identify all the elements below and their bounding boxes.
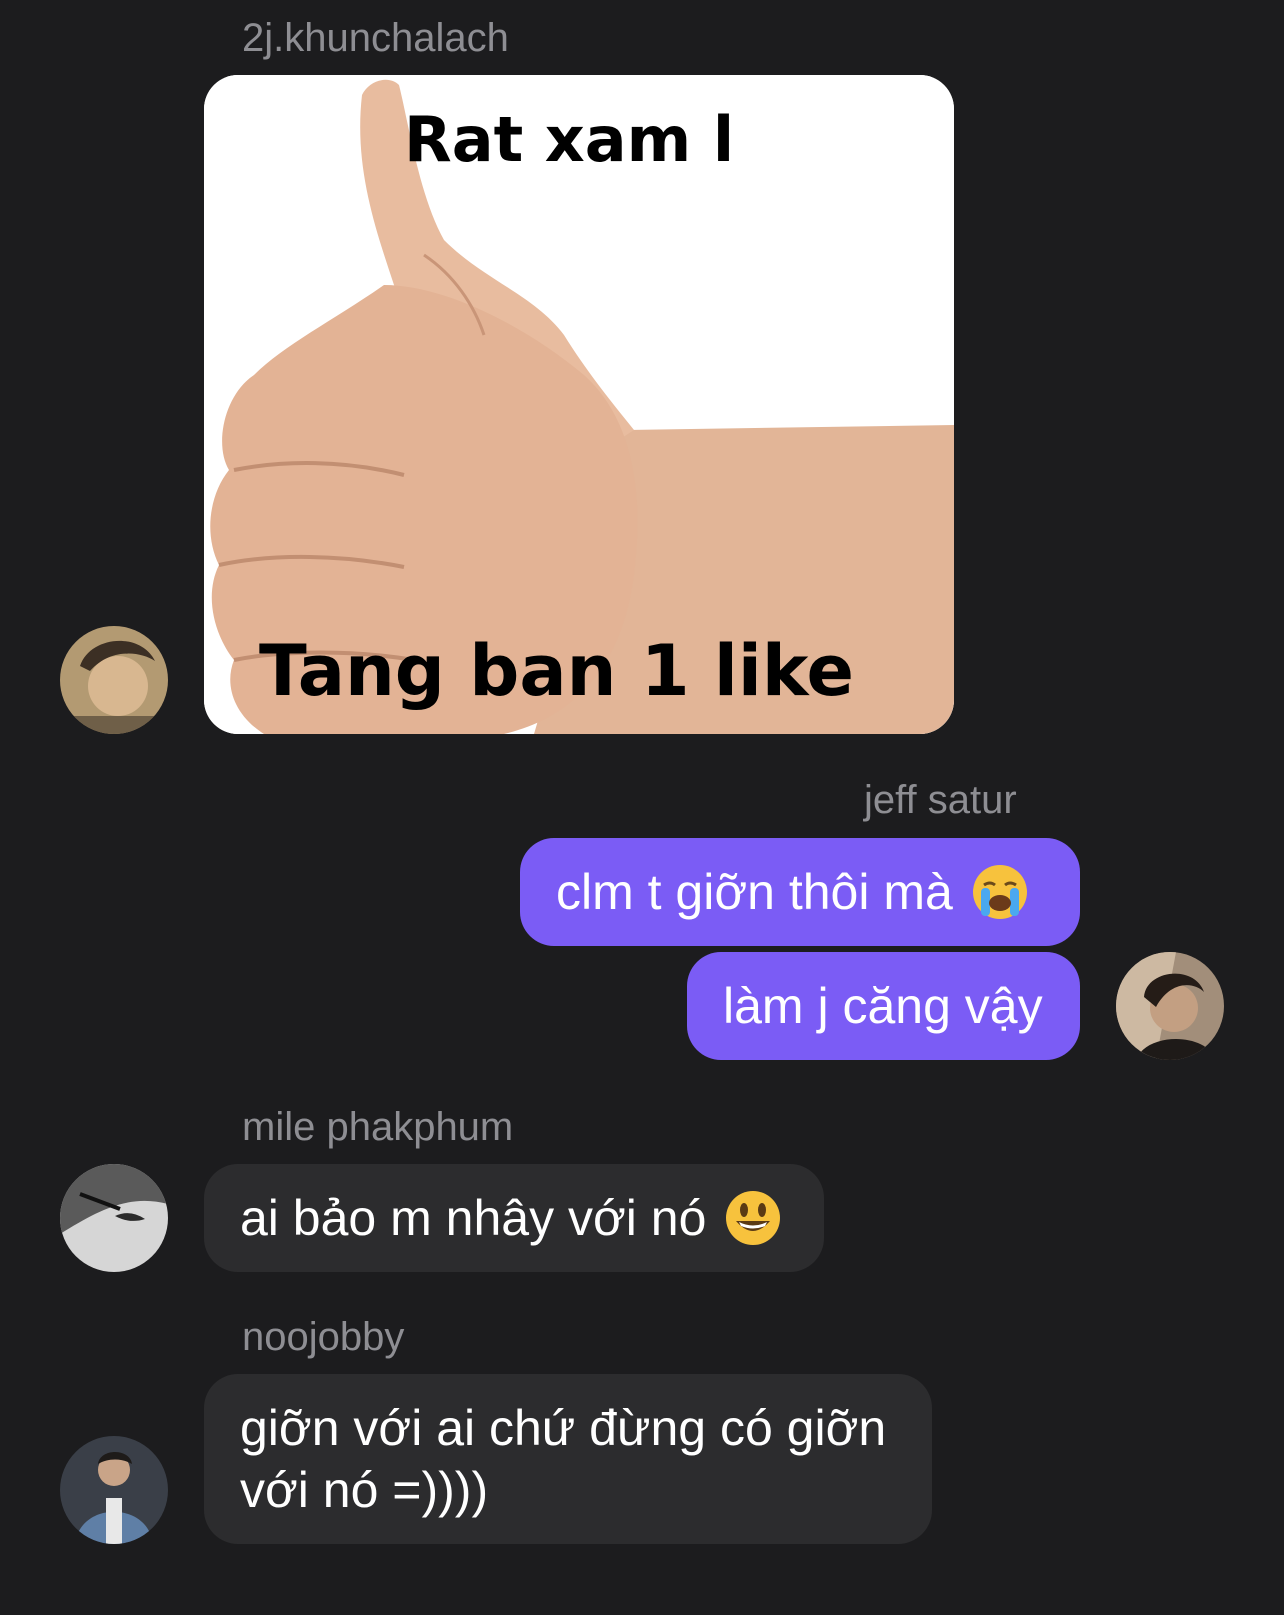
sender-name: jeff satur xyxy=(864,778,1017,822)
sender-name: noojobby xyxy=(242,1315,405,1359)
message-text-line: với nó =)))) xyxy=(240,1462,489,1518)
meme-top-text: Rat xam l xyxy=(404,103,735,176)
avatar-2j-khunchalach[interactable] xyxy=(60,626,168,734)
message-text-line: giỡn với ai chứ đừng có giỡn xyxy=(240,1400,887,1456)
outgoing-message-bubble[interactable]: clm t giỡn thôi mà xyxy=(520,838,1080,946)
avatar-mile-phakphum[interactable] xyxy=(60,1164,168,1272)
meme-bottom-text: Tang ban 1 like xyxy=(259,630,855,712)
loudly-crying-face-emoji-icon xyxy=(971,863,1029,921)
incoming-message-bubble[interactable]: giỡn với ai chứ đừng có giỡn với nó =)))… xyxy=(204,1374,932,1544)
message-text: clm t giỡn thôi mà xyxy=(556,864,953,920)
avatar-jeff-satur[interactable] xyxy=(1116,952,1224,1060)
grinning-face-emoji-icon xyxy=(724,1189,782,1247)
sender-name: mile phakphum xyxy=(242,1105,514,1149)
meme-image-message[interactable]: Rat xam l Tang ban 1 like xyxy=(204,75,954,734)
message-text: làm j căng vậy xyxy=(723,978,1043,1034)
message-text: ai bảo m nhây với nó xyxy=(240,1190,707,1246)
outgoing-message-bubble[interactable]: làm j căng vậy xyxy=(687,952,1080,1060)
incoming-message-bubble[interactable]: ai bảo m nhây với nó xyxy=(204,1164,824,1272)
avatar-noojobby[interactable] xyxy=(60,1436,168,1544)
sender-name: 2j.khunchalach xyxy=(242,16,509,60)
